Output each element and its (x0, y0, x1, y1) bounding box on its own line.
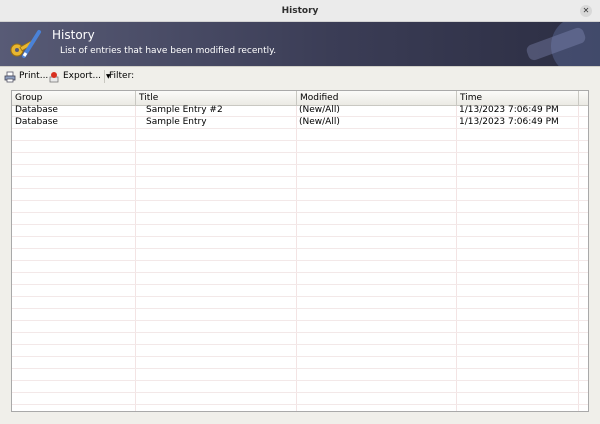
cell-title: Sample Entry #2 (146, 105, 223, 115)
banner-subtitle: List of entries that have been modified … (60, 46, 277, 56)
empty-row (12, 393, 588, 405)
empty-row (12, 381, 588, 393)
empty-row (12, 153, 588, 165)
header-banner: History List of entries that have been m… (0, 22, 600, 66)
filter-input[interactable] (138, 67, 258, 86)
cell-modified: (New/All) (299, 117, 340, 127)
empty-row (12, 261, 588, 273)
empty-row (12, 345, 588, 357)
export-icon (49, 71, 59, 82)
empty-row (12, 189, 588, 201)
print-button[interactable]: Print... (4, 67, 48, 86)
cell-group: Database (15, 117, 58, 127)
empty-row (12, 225, 588, 237)
column-header-modified[interactable]: Modified (297, 91, 457, 105)
close-window-button[interactable]: ✕ (580, 5, 592, 17)
empty-row (12, 357, 588, 369)
cell-title: Sample Entry (146, 117, 207, 127)
window-titlebar: History ✕ (0, 0, 600, 22)
list-item[interactable]: Database Sample Entry (New/All) 1/13/202… (12, 117, 588, 129)
cell-modified: (New/All) (299, 105, 340, 115)
list-header: Group Title Modified Time (12, 91, 588, 106)
empty-row (12, 213, 588, 225)
empty-row (12, 177, 588, 189)
empty-row (12, 405, 588, 411)
toolbar-separator (104, 70, 105, 83)
empty-row (12, 237, 588, 249)
toolbar: Print... Export... ▼ Filter: (0, 66, 600, 86)
empty-row (12, 297, 588, 309)
cell-time: 1/13/2023 7:06:49 PM (459, 105, 559, 115)
history-list[interactable]: Group Title Modified Time Database Sampl… (11, 90, 589, 412)
banner-title: History (52, 28, 95, 42)
export-button-label: Export... (63, 71, 102, 81)
empty-row (12, 309, 588, 321)
empty-row (12, 285, 588, 297)
export-button[interactable]: Export... ▼ (48, 67, 111, 86)
empty-row (12, 333, 588, 345)
column-header-group[interactable]: Group (12, 91, 136, 105)
empty-row (12, 369, 588, 381)
history-keys-icon (10, 30, 41, 58)
empty-row (12, 249, 588, 261)
list-rows: Database Sample Entry #2 (New/All) 1/13/… (12, 105, 588, 411)
column-header-time[interactable]: Time (457, 91, 579, 105)
empty-row (12, 321, 588, 333)
printer-icon (4, 71, 16, 82)
empty-row (12, 141, 588, 153)
window-title: History (281, 6, 319, 16)
empty-row (12, 273, 588, 285)
cell-time: 1/13/2023 7:06:49 PM (459, 117, 559, 127)
filter-label: Filter: (109, 71, 135, 81)
empty-row (12, 201, 588, 213)
empty-row (12, 165, 588, 177)
list-item[interactable]: Database Sample Entry #2 (New/All) 1/13/… (12, 105, 588, 117)
column-header-title[interactable]: Title (136, 91, 297, 105)
print-button-label: Print... (19, 71, 49, 81)
cell-group: Database (15, 105, 58, 115)
empty-row (12, 129, 588, 141)
banner-decoration-icon (526, 22, 600, 66)
